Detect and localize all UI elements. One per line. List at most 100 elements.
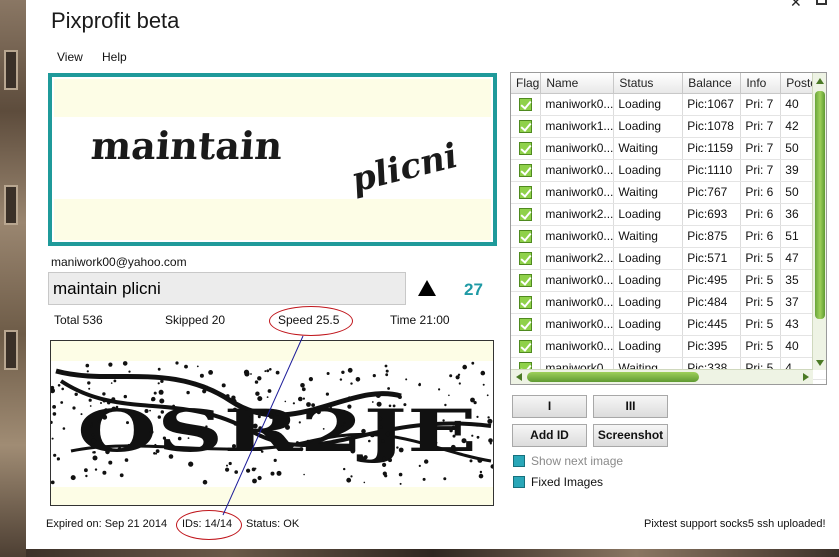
account-table: Flag Name Status Balance Info Posted man… [511, 73, 826, 380]
checkbox-checked-icon[interactable] [519, 120, 533, 134]
cell-status: Loading [613, 335, 684, 358]
cell-info: Pri: 7 [740, 137, 782, 160]
checkbox-checked-icon[interactable] [519, 296, 533, 310]
table-header: Flag Name Status Balance Info Posted [511, 73, 826, 94]
scroll-right-icon[interactable] [803, 373, 809, 381]
table-row[interactable]: maniwork0... Loading Pic:1067 Pri: 7 40 [511, 93, 826, 116]
cell-status: Loading [613, 115, 684, 138]
cell-name: maniwork0... [540, 269, 615, 292]
column-flag[interactable]: Flag [511, 73, 542, 94]
button-iii[interactable]: III [593, 395, 668, 418]
cell-info: Pri: 5 [740, 335, 782, 358]
column-info[interactable]: Info [740, 73, 782, 94]
cell-info: Pri: 6 [740, 225, 782, 248]
account-list[interactable]: Flag Name Status Balance Info Posted man… [510, 72, 827, 385]
checkbox-checked-icon[interactable] [519, 142, 533, 156]
cell-info: Pri: 7 [740, 93, 782, 116]
cell-balance: Pic:875 [682, 225, 742, 248]
table-row[interactable]: maniwork0... Waiting Pic:1159 Pri: 7 50 [511, 137, 826, 160]
building-window [4, 185, 18, 225]
cell-name: maniwork0... [540, 181, 615, 204]
table-row[interactable]: maniwork2... Loading Pic:571 Pri: 5 47 [511, 247, 826, 270]
app-window: Pixprofit beta ✕ View Help maintain plic… [26, 0, 839, 549]
table-row[interactable]: maniwork0... Loading Pic:484 Pri: 5 37 [511, 291, 826, 314]
cell-balance: Pic:484 [682, 291, 742, 314]
cell-info: Pri: 5 [740, 247, 782, 270]
cell-balance: Pic:571 [682, 247, 742, 270]
cell-info: Pri: 6 [740, 203, 782, 226]
scroll-thumb[interactable] [815, 91, 825, 319]
building-window [4, 330, 18, 370]
checkbox-checked-icon[interactable] [519, 318, 533, 332]
column-name[interactable]: Name [540, 73, 615, 94]
cell-status: Loading [613, 93, 684, 116]
cell-name: maniwork0... [540, 137, 615, 160]
cell-info: Pri: 7 [740, 159, 782, 182]
checkbox-checked-icon[interactable] [519, 98, 533, 112]
checkbox-checked-icon[interactable] [519, 164, 533, 178]
cell-info: Pri: 5 [740, 291, 782, 314]
cell-info: Pri: 5 [740, 313, 782, 336]
checkbox-checked-icon[interactable] [519, 252, 533, 266]
horizontal-scrollbar[interactable] [511, 369, 813, 384]
cell-status: Loading [613, 269, 684, 292]
checkbox-checked-icon[interactable] [519, 230, 533, 244]
cell-status: Waiting [613, 181, 684, 204]
cell-status: Loading [613, 313, 684, 336]
table-row[interactable]: maniwork0... Waiting Pic:767 Pri: 6 50 [511, 181, 826, 204]
table-row[interactable]: maniwork0... Waiting Pic:875 Pri: 6 51 [511, 225, 826, 248]
cell-balance: Pic:767 [682, 181, 742, 204]
fixed-images-checkbox[interactable] [513, 476, 525, 488]
cell-balance: Pic:395 [682, 335, 742, 358]
cell-balance: Pic:1078 [682, 115, 742, 138]
cell-status: Loading [613, 247, 684, 270]
table-row[interactable]: maniwork0... Loading Pic:495 Pri: 5 35 [511, 269, 826, 292]
add-id-button[interactable]: Add ID [512, 424, 587, 447]
cell-name: maniwork0... [540, 313, 615, 336]
cell-balance: Pic:495 [682, 269, 742, 292]
cell-name: maniwork1... [540, 115, 615, 138]
cell-balance: Pic:693 [682, 203, 742, 226]
cell-status: Loading [613, 203, 684, 226]
scroll-thumb[interactable] [527, 372, 699, 382]
show-next-image-label: Show next image [531, 454, 624, 468]
show-next-image-checkbox[interactable] [513, 455, 525, 467]
scroll-left-icon[interactable] [516, 373, 522, 381]
cell-name: maniwork0... [540, 159, 615, 182]
building-window [4, 50, 18, 90]
cell-status: Waiting [613, 225, 684, 248]
table-row[interactable]: maniwork0... Loading Pic:445 Pri: 5 43 [511, 313, 826, 336]
cell-name: maniwork0... [540, 93, 615, 116]
desktop-background-bottom [26, 549, 839, 557]
vertical-scrollbar[interactable] [812, 73, 826, 370]
button-i[interactable]: I [512, 395, 587, 418]
cell-balance: Pic:445 [682, 313, 742, 336]
table-row[interactable]: maniwork1... Loading Pic:1078 Pri: 7 42 [511, 115, 826, 138]
table-row[interactable]: maniwork2... Loading Pic:693 Pri: 6 36 [511, 203, 826, 226]
cell-balance: Pic:1110 [682, 159, 742, 182]
column-status[interactable]: Status [613, 73, 684, 94]
cell-info: Pri: 5 [740, 269, 782, 292]
cell-name: maniwork2... [540, 247, 615, 270]
checkbox-checked-icon[interactable] [519, 208, 533, 222]
cell-info: Pri: 6 [740, 181, 782, 204]
checkbox-checked-icon[interactable] [519, 186, 533, 200]
checkbox-checked-icon[interactable] [519, 274, 533, 288]
cell-name: maniwork0... [540, 225, 615, 248]
column-balance[interactable]: Balance [682, 73, 742, 94]
fixed-images-label: Fixed Images [531, 475, 604, 489]
cell-status: Waiting [613, 137, 684, 160]
scroll-down-icon[interactable] [816, 360, 824, 366]
cell-name: maniwork0... [540, 291, 615, 314]
cell-balance: Pic:1067 [682, 93, 742, 116]
scroll-up-icon[interactable] [816, 78, 824, 84]
cell-name: maniwork2... [540, 203, 615, 226]
cell-status: Loading [613, 291, 684, 314]
cell-info: Pri: 7 [740, 115, 782, 138]
table-row[interactable]: maniwork0... Loading Pic:395 Pri: 5 40 [511, 335, 826, 358]
table-row[interactable]: maniwork0... Loading Pic:1110 Pri: 7 39 [511, 159, 826, 182]
checkbox-checked-icon[interactable] [519, 340, 533, 354]
cell-status: Loading [613, 159, 684, 182]
desktop-background [0, 0, 26, 557]
screenshot-button[interactable]: Screenshot [593, 424, 668, 447]
